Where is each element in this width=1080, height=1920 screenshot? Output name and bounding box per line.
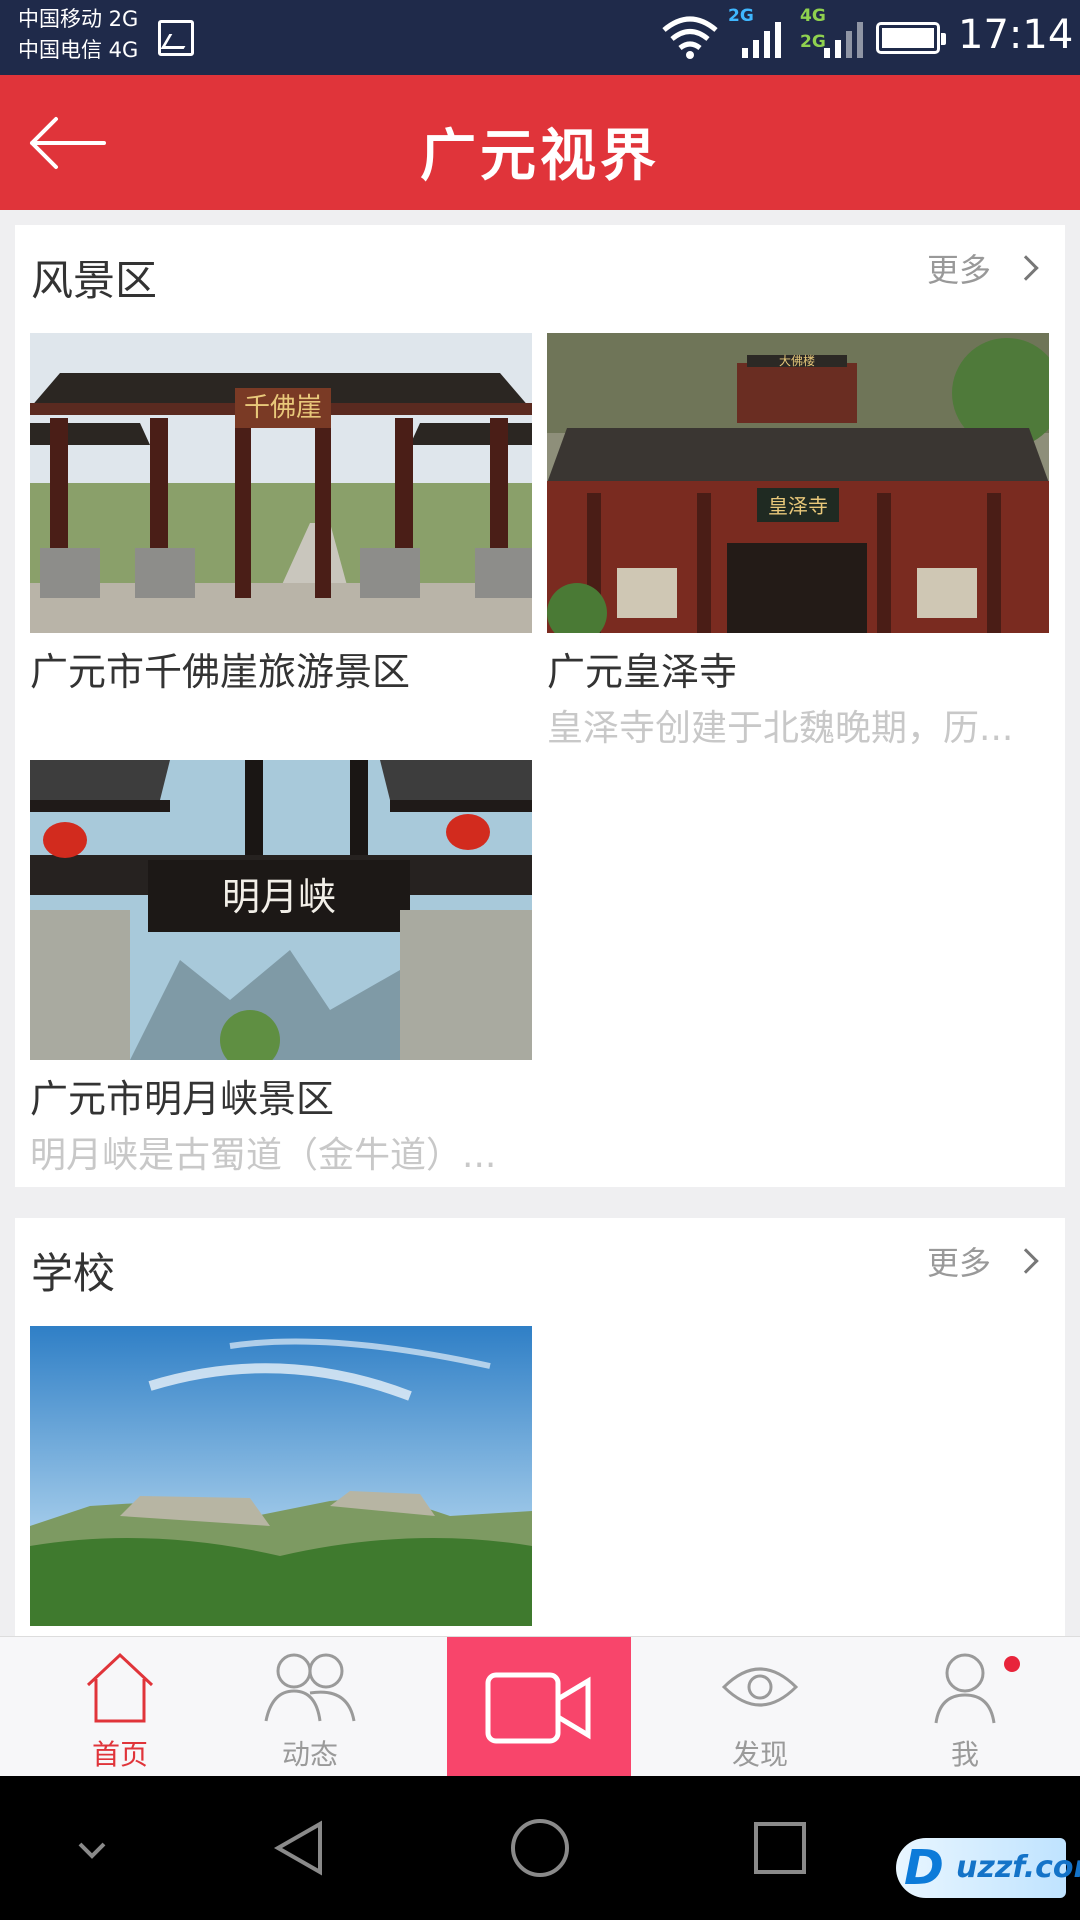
page-title: 广元视界 xyxy=(420,124,660,189)
tab-label: 首页 xyxy=(91,1738,148,1771)
notification-badge xyxy=(1004,1656,1020,1672)
watermark-text: uzzf.com xyxy=(956,1850,1080,1885)
tab-dynamics[interactable]: 动态 xyxy=(220,1637,400,1777)
more-label: 更多 xyxy=(926,1244,991,1282)
signal-sim1-icon xyxy=(742,22,781,58)
video-camera-icon xyxy=(485,1672,591,1744)
tab-label: 我 xyxy=(950,1738,979,1771)
mingyuexia-sign: 明月峡 xyxy=(222,875,336,919)
more-label: 更多 xyxy=(926,251,991,289)
tab-record[interactable] xyxy=(447,1637,631,1777)
home-icon xyxy=(86,1652,154,1723)
tab-label: 发现 xyxy=(731,1738,788,1771)
section-scenic: 风景区 更多 千佛崖 广元市千佛崖旅游景区 大佛楼 皇泽寺 广元皇泽寺 皇泽寺创… xyxy=(15,225,1065,1187)
image-notification-icon xyxy=(158,20,194,56)
nav-home-icon[interactable] xyxy=(508,1816,572,1880)
wifi-icon xyxy=(662,16,718,59)
carrier-2: 中国电信 4G xyxy=(18,38,139,62)
clock: 17:14 xyxy=(958,12,1074,58)
card-description: 皇泽寺创建于北魏晚期，历... xyxy=(547,708,1014,749)
battery-icon xyxy=(876,22,946,54)
people-icon xyxy=(264,1653,356,1722)
tab-home[interactable]: 首页 xyxy=(30,1637,210,1777)
huangzesi-top-sign: 大佛楼 xyxy=(779,353,815,368)
chevron-right-icon xyxy=(1013,1248,1039,1274)
huangzesi-image: 大佛楼 皇泽寺 xyxy=(547,333,1049,633)
section-title: 学校 xyxy=(31,1249,116,1298)
mingyuexia-image: 明月峡 xyxy=(30,760,532,1060)
more-link[interactable]: 更多 xyxy=(926,1238,1039,1284)
qianfoya-sign: 千佛崖 xyxy=(244,393,322,423)
watermark-letter: D xyxy=(904,1840,944,1896)
signal-sim2-icon xyxy=(824,22,863,58)
nav-back-icon[interactable] xyxy=(270,1818,330,1878)
user-icon xyxy=(934,1653,996,1724)
tab-me[interactable]: 我 xyxy=(870,1637,1060,1777)
school-image xyxy=(30,1326,532,1626)
carrier-1: 中国移动 2G xyxy=(18,7,139,31)
more-link[interactable]: 更多 xyxy=(926,245,1039,291)
card-caption: 广元市明月峡景区 xyxy=(30,1077,335,1121)
qianfoya-image: 千佛崖 xyxy=(30,333,532,633)
tab-bar: 首页 动态 发现 我 xyxy=(0,1636,1080,1777)
tab-label: 动态 xyxy=(281,1738,338,1771)
watermark-logo: D uzzf.com xyxy=(896,1838,1080,1898)
nav-recents-icon[interactable] xyxy=(752,1820,808,1876)
section-title: 风景区 xyxy=(31,256,158,305)
card-caption: 广元皇泽寺 xyxy=(547,650,738,694)
status-bar: 中国移动 2G 中国电信 4G 2G 4G 2G 17:14 xyxy=(0,0,1080,75)
chevron-right-icon xyxy=(1013,255,1039,281)
title-bar: 广元视界 xyxy=(0,75,1080,210)
card-caption: 广元市千佛崖旅游景区 xyxy=(30,650,411,694)
eye-icon xyxy=(721,1667,799,1707)
card-description: 明月峡是古蜀道（金牛道）... xyxy=(30,1135,497,1176)
section-school: 学校 更多 xyxy=(15,1218,1065,1638)
chevron-down-icon[interactable] xyxy=(72,1836,112,1866)
huangzesi-sign: 皇泽寺 xyxy=(768,494,828,518)
tab-discover[interactable]: 发现 xyxy=(670,1637,850,1777)
